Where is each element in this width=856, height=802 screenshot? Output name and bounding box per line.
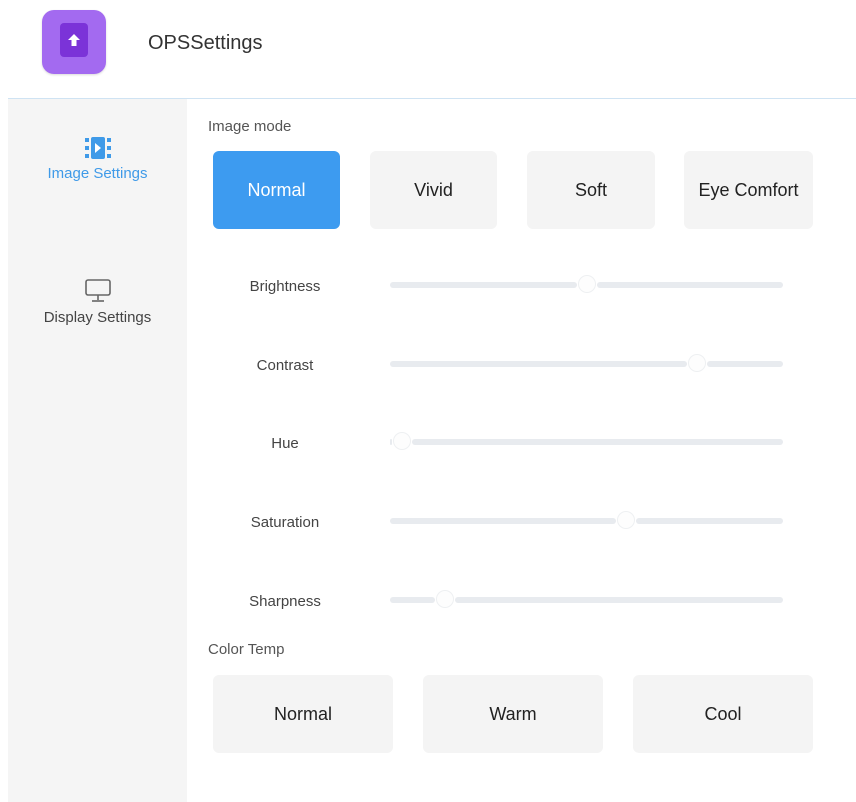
color-temp-normal-button[interactable]: Normal (213, 675, 393, 753)
contrast-label: Contrast (256, 357, 314, 374)
app-header: OPSSettings (0, 0, 856, 98)
slider-track-left (390, 361, 687, 367)
image-settings-icon (84, 137, 111, 159)
slider-track-right (636, 518, 783, 524)
saturation-label: Saturation (250, 514, 320, 531)
slider-track-left (390, 518, 616, 524)
slider-track-right (707, 361, 783, 367)
image-mode-eye-comfort-button[interactable]: Eye Comfort (684, 151, 813, 229)
slider-track-left (390, 439, 392, 445)
sidebar-item-image-settings[interactable]: Image Settings (8, 137, 187, 182)
contrast-slider[interactable] (390, 355, 783, 371)
slider-track-left (390, 597, 435, 603)
slider-thumb[interactable] (618, 512, 634, 528)
hue-label: Hue (271, 435, 299, 452)
hue-slider[interactable] (390, 433, 783, 449)
brightness-slider[interactable] (390, 276, 783, 292)
image-mode-soft-button[interactable]: Soft (527, 151, 655, 229)
slider-thumb[interactable] (394, 433, 410, 449)
color-temp-label: Color Temp (208, 641, 285, 658)
slider-track-right (597, 282, 783, 288)
sidebar: Image Settings Display Settings (8, 99, 187, 802)
slider-thumb[interactable] (689, 355, 705, 371)
upload-arrow-icon (68, 34, 80, 46)
app-icon (42, 10, 106, 74)
slider-thumb[interactable] (437, 591, 453, 607)
slider-track-right (412, 439, 783, 445)
sharpness-slider[interactable] (390, 591, 783, 607)
slider-track-left (390, 282, 577, 288)
image-settings-panel: Image mode Normal Vivid Soft Eye Comfort… (187, 99, 856, 802)
image-mode-vivid-button[interactable]: Vivid (370, 151, 497, 229)
saturation-slider[interactable] (390, 512, 783, 528)
color-temp-cool-button[interactable]: Cool (633, 675, 813, 753)
sharpness-label: Sharpness (249, 593, 321, 610)
app-title: OPSSettings (148, 32, 263, 54)
sidebar-item-display-settings[interactable]: Display Settings (8, 279, 187, 326)
image-mode-label: Image mode (208, 118, 292, 135)
image-mode-normal-button[interactable]: Normal (213, 151, 340, 229)
slider-track-right (455, 597, 783, 603)
color-temp-warm-button[interactable]: Warm (423, 675, 603, 753)
monitor-icon (84, 279, 111, 302)
sidebar-item-label: Image Settings (47, 165, 148, 182)
sidebar-item-label: Display Settings (43, 309, 152, 326)
slider-thumb[interactable] (579, 276, 595, 292)
brightness-label: Brightness (249, 278, 321, 295)
